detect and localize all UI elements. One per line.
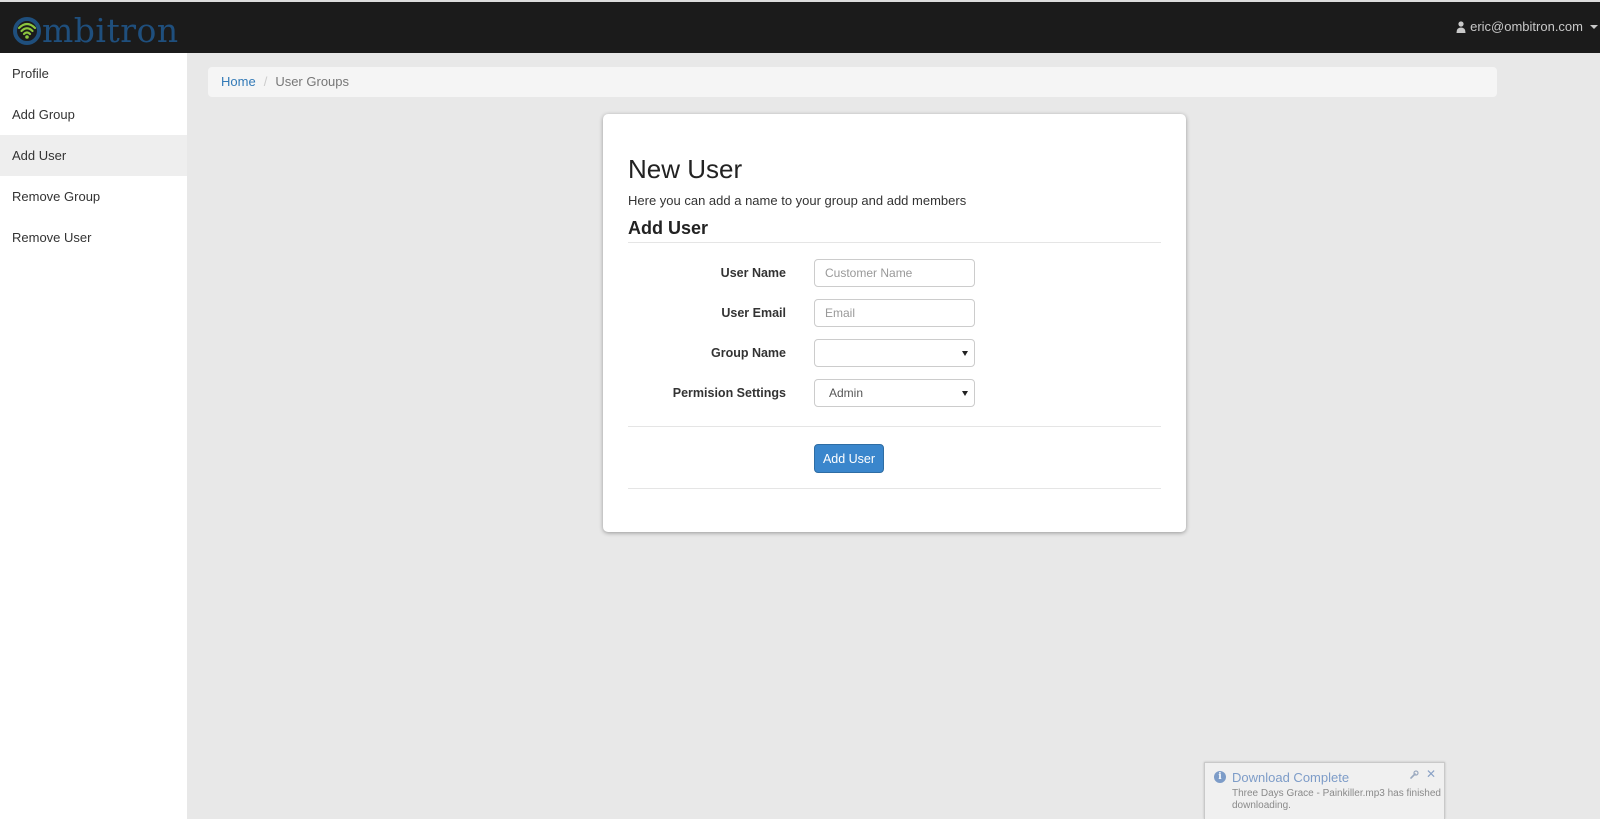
wifi-o-icon — [12, 16, 42, 46]
caret-down-icon — [962, 351, 968, 356]
notification-title: Download Complete — [1232, 770, 1350, 785]
user-name-input[interactable] — [814, 259, 975, 287]
add-user-button[interactable]: Add User — [814, 444, 884, 473]
group-name-row: Group Name — [628, 339, 1161, 367]
section-title: Add User — [628, 218, 709, 238]
sidebar: Profile Add Group Add User Remove Group … — [0, 53, 187, 819]
new-user-card: New User Here you can add a name to your… — [603, 114, 1186, 532]
form-footer-divider — [628, 488, 1161, 489]
download-notification: i Download Complete ✕ Three Days Grace -… — [1204, 762, 1445, 819]
breadcrumb: Home / User Groups — [208, 67, 1497, 97]
permission-label: Permision Settings — [672, 386, 786, 400]
form-divider — [628, 426, 1161, 427]
caret-down-icon — [962, 391, 968, 396]
user-name-row: User Name — [628, 259, 1161, 287]
page-description: Here you can add a name to your group an… — [628, 193, 967, 208]
user-email-row: User Email — [628, 299, 1161, 327]
breadcrumb-current: User Groups — [275, 74, 350, 89]
brand-logo[interactable]: mbitron — [12, 11, 179, 50]
wrench-icon[interactable] — [1409, 770, 1419, 780]
info-icon: i — [1214, 771, 1226, 783]
section-divider — [628, 242, 1161, 243]
user-email: eric@ombitron.com — [1470, 19, 1583, 34]
permission-row: Permision Settings Admin — [628, 379, 1161, 407]
permission-value: Admin — [829, 386, 864, 400]
user-icon — [1456, 20, 1466, 33]
sidebar-item-remove-user[interactable]: Remove User — [0, 217, 187, 258]
sidebar-item-profile[interactable]: Profile — [0, 53, 187, 94]
user-name-label: User Name — [720, 266, 786, 280]
page-title: New User — [628, 154, 743, 184]
breadcrumb-separator: / — [263, 74, 268, 89]
chevron-down-icon — [1590, 24, 1598, 29]
close-icon[interactable]: ✕ — [1426, 767, 1436, 781]
group-name-select[interactable] — [814, 339, 975, 367]
permission-select[interactable]: Admin — [814, 379, 975, 407]
brand-text: mbitron — [42, 11, 179, 50]
user-email-input[interactable] — [814, 299, 975, 327]
top-navbar: mbitron eric@ombitron.com — [0, 2, 1600, 53]
sidebar-item-add-group[interactable]: Add Group — [0, 94, 187, 135]
sidebar-item-add-user[interactable]: Add User — [0, 135, 187, 176]
breadcrumb-home-link[interactable]: Home — [221, 74, 256, 89]
group-name-label: Group Name — [710, 346, 786, 360]
user-menu[interactable]: eric@ombitron.com — [1456, 19, 1600, 34]
sidebar-item-remove-group[interactable]: Remove Group — [0, 176, 187, 217]
notification-message: Three Days Grace - Painkiller.mp3 has fi… — [1232, 788, 1441, 811]
user-email-label: User Email — [721, 306, 786, 320]
